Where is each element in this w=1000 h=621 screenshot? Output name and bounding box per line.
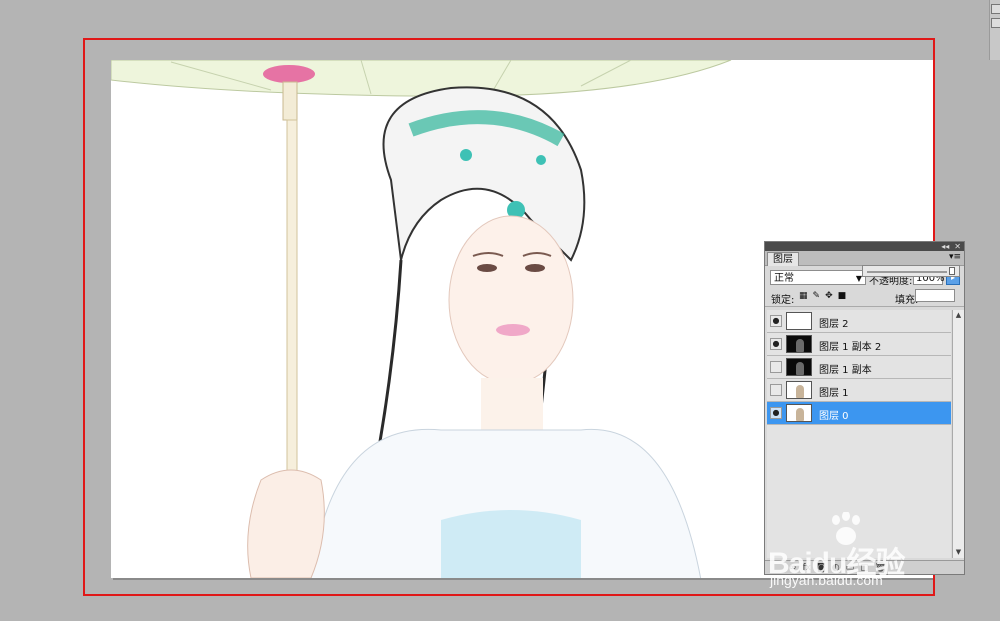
layer-thumbnail: [786, 404, 812, 422]
close-icon[interactable]: ✕: [954, 242, 961, 251]
collapse-icon[interactable]: ◂◂: [941, 242, 949, 251]
workspace-edge: [989, 0, 1000, 60]
layer-name: 图层 0: [819, 411, 849, 422]
layer-name: 图层 1 副本: [819, 365, 872, 376]
layer-name: 图层 1: [819, 388, 849, 399]
layer-list-scrollbar[interactable]: ▲ ▼: [952, 310, 964, 558]
layers-panel: ◂◂ ✕ 图层 ▾≡ 正常 ▼ 不透明度: 100% ▸ 锁定: ▦ ✎ ✥ ■…: [764, 241, 965, 575]
link-layers-icon[interactable]: ∞: [789, 563, 797, 573]
scroll-up-icon[interactable]: ▲: [953, 310, 964, 321]
slider-thumb[interactable]: [949, 267, 955, 275]
eye-hidden-icon[interactable]: [770, 361, 782, 373]
layer-list: ● 图层 2 ● 图层 1 副本 2 图层 1 副本 图层 1 ● 图层 0: [767, 310, 951, 558]
panel-tab-row: 图层 ▾≡: [765, 251, 964, 266]
lock-move-icon[interactable]: ✥: [825, 291, 833, 301]
new-layer-icon[interactable]: ▢: [860, 563, 869, 573]
blend-mode-value: 正常: [774, 273, 794, 284]
layer-row-selected[interactable]: ● 图层 0: [767, 402, 951, 425]
slider-track: [867, 271, 947, 273]
lock-icons: ▦ ✎ ✥ ■: [799, 291, 846, 301]
layer-thumbnail: [786, 358, 812, 376]
layer-row[interactable]: ● 图层 2: [767, 310, 951, 333]
panel-bottom-bar: ∞ fx ◙ ◐ ▭ ▢ 🗑: [765, 560, 964, 574]
panel-menu-icon[interactable]: ▾≡: [949, 252, 961, 262]
layer-name: 图层 1 副本 2: [819, 342, 882, 353]
lock-brush-icon[interactable]: ✎: [813, 291, 821, 301]
layer-row[interactable]: ● 图层 1 副本 2: [767, 333, 951, 356]
layer-row[interactable]: 图层 1: [767, 379, 951, 402]
layer-thumbnail: [786, 312, 812, 330]
eye-icon[interactable]: ●: [770, 315, 782, 327]
lock-transparency-icon[interactable]: ▦: [799, 291, 808, 301]
eye-icon[interactable]: ●: [770, 338, 782, 350]
panel-title-bar[interactable]: ◂◂ ✕: [765, 242, 964, 251]
layer-thumbnail: [786, 381, 812, 399]
fill-input[interactable]: [915, 289, 955, 302]
blend-mode-select[interactable]: 正常 ▼: [770, 270, 866, 285]
layer-row[interactable]: 图层 1 副本: [767, 356, 951, 379]
mask-icon[interactable]: ◙: [817, 563, 826, 573]
eye-icon[interactable]: ●: [770, 407, 782, 419]
tab-layers[interactable]: 图层: [767, 252, 799, 266]
eye-hidden-icon[interactable]: [770, 384, 782, 396]
opacity-slider[interactable]: [862, 265, 960, 277]
layer-name: 图层 2: [819, 319, 849, 330]
layer-thumbnail: [786, 335, 812, 353]
adjustment-icon[interactable]: ◐: [832, 563, 840, 573]
lock-label: 锁定:: [771, 295, 795, 306]
edge-button[interactable]: [991, 18, 1000, 28]
edge-button[interactable]: [991, 4, 1000, 14]
lock-all-icon[interactable]: ■: [838, 291, 847, 301]
lock-row: 锁定: ▦ ✎ ✥ ■ 填充:: [765, 288, 964, 307]
fx-icon[interactable]: fx: [803, 563, 812, 573]
delete-layer-icon[interactable]: 🗑: [875, 563, 886, 573]
scroll-down-icon[interactable]: ▼: [953, 547, 964, 558]
group-icon[interactable]: ▭: [846, 563, 855, 573]
